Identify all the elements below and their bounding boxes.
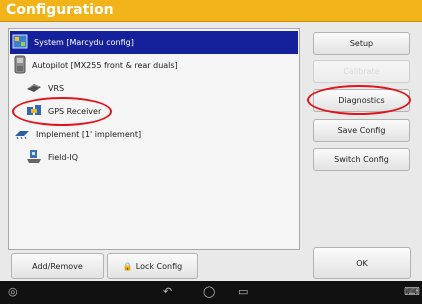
home-icon[interactable]: ◯: [203, 285, 215, 298]
implement-icon: [14, 128, 30, 141]
android-logo-icon: ◎: [8, 285, 18, 298]
vrs-icon: [26, 82, 42, 95]
switch-config-button[interactable]: Switch Config: [313, 148, 410, 171]
save-config-button-label: Save Config: [337, 126, 386, 135]
gps-receiver-highlight: [12, 97, 112, 126]
setup-button-label: Setup: [349, 39, 374, 48]
recent-apps-icon[interactable]: ▭: [238, 285, 248, 298]
autopilot-controller-icon: [14, 55, 26, 76]
tree-item-field-iq[interactable]: Field-IQ: [10, 146, 298, 169]
config-tree-panel: System [Marcydu config] Autopilot [MX255…: [8, 28, 300, 250]
tree-item-label: Autopilot [MX255 front & rear duals]: [32, 61, 178, 70]
tree-item-implement[interactable]: Implement [1' implement]: [10, 123, 298, 146]
back-icon[interactable]: ↶: [163, 285, 172, 298]
calibrate-button: Calibrate: [313, 60, 410, 83]
lock-config-button[interactable]: 🔒 Lock Config: [107, 253, 198, 279]
tree-item-label: Field-IQ: [48, 153, 79, 162]
lock-icon: 🔒: [122, 261, 133, 271]
window-title: Configuration: [6, 2, 114, 18]
system-config-icon: [12, 34, 28, 51]
tree-item-system[interactable]: System [Marcydu config]: [10, 31, 298, 54]
ok-button-label: OK: [356, 258, 368, 268]
setup-button[interactable]: Setup: [313, 32, 410, 55]
lock-config-button-label: Lock Config: [135, 261, 183, 271]
tree-item-label: Implement [1' implement]: [36, 130, 142, 139]
calibrate-button-label: Calibrate: [343, 67, 380, 76]
diagnostics-highlight: [307, 85, 411, 115]
title-bar: Configuration: [0, 0, 422, 22]
keyboard-icon[interactable]: ⌨: [404, 285, 420, 298]
ok-button[interactable]: OK: [313, 247, 411, 279]
switch-config-button-label: Switch Config: [334, 155, 389, 164]
save-config-button[interactable]: Save Config: [313, 119, 410, 142]
tree-item-label: VRS: [48, 84, 65, 93]
tree-item-label: System [Marcydu config]: [34, 38, 134, 47]
add-remove-button[interactable]: Add/Remove: [11, 253, 104, 279]
android-navigation-bar: ◎ ↶ ◯ ▭ ⌨: [0, 281, 422, 304]
tree-item-autopilot[interactable]: Autopilot [MX255 front & rear duals]: [10, 54, 298, 77]
field-iq-icon: [26, 149, 42, 166]
add-remove-button-label: Add/Remove: [32, 261, 83, 271]
